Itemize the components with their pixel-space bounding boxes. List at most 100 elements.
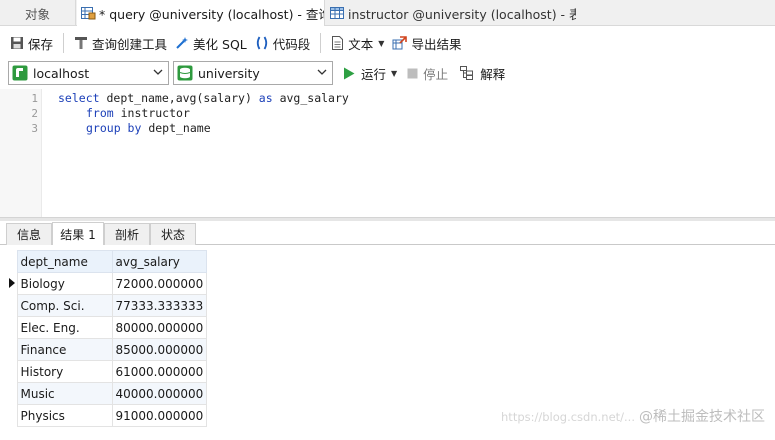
tab-result-1-label: 结果 1: [60, 227, 96, 242]
stop-label: 停止: [423, 66, 449, 82]
row-indicator: [7, 338, 17, 361]
line-number: 2: [31, 107, 38, 120]
tab-instructor-table[interactable]: instructor @university (localhost) - 表: [326, 0, 576, 26]
beautify-sql-button[interactable]: 美化 SQL: [171, 31, 251, 55]
tab-info-label: 信息: [16, 228, 41, 242]
code-line: from instructor: [86, 106, 190, 120]
table-row[interactable]: Elec. Eng. 80000.000000: [7, 316, 208, 339]
chevron-down-icon: ▼: [378, 38, 385, 48]
cell-dept-name[interactable]: Elec. Eng.: [16, 316, 113, 339]
cell-dept-name[interactable]: Music: [16, 382, 113, 405]
sql-keyword: from: [86, 106, 114, 120]
document-icon: [332, 36, 344, 50]
watermark: https://blog.csdn.net/... @稀土掘金技术社区: [501, 406, 765, 426]
database-select[interactable]: university: [173, 61, 333, 85]
text-mode-dropdown[interactable]: 文本 ▼: [327, 31, 388, 55]
export-icon: [392, 36, 408, 50]
code-line: group by dept_name: [86, 121, 211, 135]
result-tab-bar: 信息 结果 1 剖析 状态: [0, 221, 775, 245]
cell-avg-salary[interactable]: 61000.000000: [111, 360, 208, 383]
row-indicator: [7, 294, 17, 317]
stop-button[interactable]: 停止: [407, 64, 448, 83]
table-row[interactable]: Comp. Sci. 77333.333333: [7, 294, 208, 317]
toolbar-divider: [320, 33, 322, 53]
table-row[interactable]: Finance 85000.000000: [7, 338, 208, 361]
export-results-label: 导出结果: [411, 36, 462, 52]
table-row[interactable]: Biology 72000.000000: [7, 272, 208, 295]
run-label: 运行: [361, 66, 387, 82]
code-snippet-button[interactable]: 代码段: [251, 31, 315, 55]
tab-status-label: 状态: [160, 228, 185, 242]
export-results-button[interactable]: 导出结果: [388, 31, 465, 55]
play-icon: [344, 67, 355, 79]
column-header-dept-name[interactable]: dept_name: [16, 250, 113, 273]
sql-text: avg_salary: [272, 91, 349, 105]
query-builder-button[interactable]: 查询创建工具: [70, 31, 171, 55]
cell-avg-salary[interactable]: 72000.000000: [111, 272, 208, 295]
cell-avg-salary[interactable]: 40000.000000: [111, 382, 208, 405]
tab-result-1[interactable]: 结果 1: [52, 222, 104, 245]
connection-bar: localhost university 运行 ▼ 停止 解释: [0, 59, 775, 87]
tab-instructor-label: instructor @university (localhost) - 表: [348, 6, 576, 22]
table-row[interactable]: Physics 91000.000000: [7, 404, 208, 427]
sql-keyword: as: [258, 91, 273, 105]
cell-dept-name[interactable]: Finance: [16, 338, 113, 361]
row-indicator: [7, 404, 17, 427]
chevron-down-icon: [153, 69, 163, 75]
save-label: 保存: [28, 36, 54, 52]
tab-objects[interactable]: 对象: [0, 0, 76, 26]
column-header-avg-salary[interactable]: avg_salary: [111, 250, 208, 273]
line-number: 1: [31, 92, 38, 105]
cell-dept-name[interactable]: Comp. Sci.: [16, 294, 113, 317]
grid-header-row: dept_name avg_salary: [7, 250, 208, 273]
toolbar-divider: [63, 33, 65, 53]
sql-text: dept_name,avg(salary): [99, 91, 259, 105]
run-button[interactable]: 运行 ▼: [343, 64, 397, 83]
save-icon: [11, 37, 23, 49]
sql-text: dept_name: [141, 121, 211, 135]
tab-info[interactable]: 信息: [6, 223, 52, 245]
tab-query[interactable]: * query @university (localhost) - 查询: [77, 0, 325, 26]
chevron-down-icon[interactable]: ▼: [391, 69, 397, 78]
beautify-sql-label: 美化 SQL: [193, 36, 247, 52]
main-toolbar: 保存 查询创建工具 美化 SQL 代码段 文本 ▼ 导出结果: [0, 27, 775, 59]
database-icon: [177, 65, 193, 81]
sql-editor[interactable]: 1 2 3 select dept_name,avg(salary) as av…: [0, 89, 775, 217]
table-grid-icon: [330, 7, 344, 19]
row-indicator: [7, 316, 17, 339]
cell-avg-salary[interactable]: 91000.000000: [111, 404, 208, 427]
cell-avg-salary[interactable]: 85000.000000: [111, 338, 208, 361]
cell-dept-name[interactable]: Biology: [16, 272, 113, 295]
cell-dept-name[interactable]: Physics: [16, 404, 113, 427]
table-row[interactable]: History 61000.000000: [7, 360, 208, 383]
explain-label: 解释: [480, 66, 506, 82]
query-grid-icon: [81, 7, 96, 20]
server-select-value: localhost: [33, 65, 90, 81]
document-tab-bar: 对象 * query @university (localhost) - 查询 …: [0, 0, 775, 26]
database-select-value: university: [198, 65, 260, 81]
code-line: select dept_name,avg(salary) as avg_sala…: [58, 91, 349, 105]
watermark-url: https://blog.csdn.net/...: [501, 410, 635, 424]
result-grid: dept_name avg_salary Biology 72000.00000…: [7, 250, 208, 427]
line-number-gutter: 1 2 3: [0, 89, 42, 217]
query-builder-icon: [75, 37, 88, 49]
sql-keyword: select: [58, 91, 100, 105]
save-button[interactable]: 保存: [6, 31, 57, 55]
tab-profile[interactable]: 剖析: [104, 223, 150, 245]
row-indicator: [7, 272, 17, 295]
row-indicator: [7, 360, 17, 383]
tab-status[interactable]: 状态: [150, 223, 196, 245]
chevron-down-icon: [317, 69, 327, 75]
text-mode-label: 文本: [348, 36, 374, 52]
cell-avg-salary[interactable]: 80000.000000: [111, 316, 208, 339]
server-select[interactable]: localhost: [8, 61, 169, 85]
cell-dept-name[interactable]: History: [16, 360, 113, 383]
table-row[interactable]: Music 40000.000000: [7, 382, 208, 405]
watermark-brand: @稀土掘金技术社区: [639, 409, 765, 425]
connection-icon: [12, 65, 28, 81]
explain-button[interactable]: 解释: [460, 64, 505, 83]
parentheses-icon: [256, 36, 267, 50]
current-row-pointer-icon: [9, 277, 15, 288]
cell-avg-salary[interactable]: 77333.333333: [111, 294, 208, 317]
magic-wand-icon: [176, 37, 189, 49]
